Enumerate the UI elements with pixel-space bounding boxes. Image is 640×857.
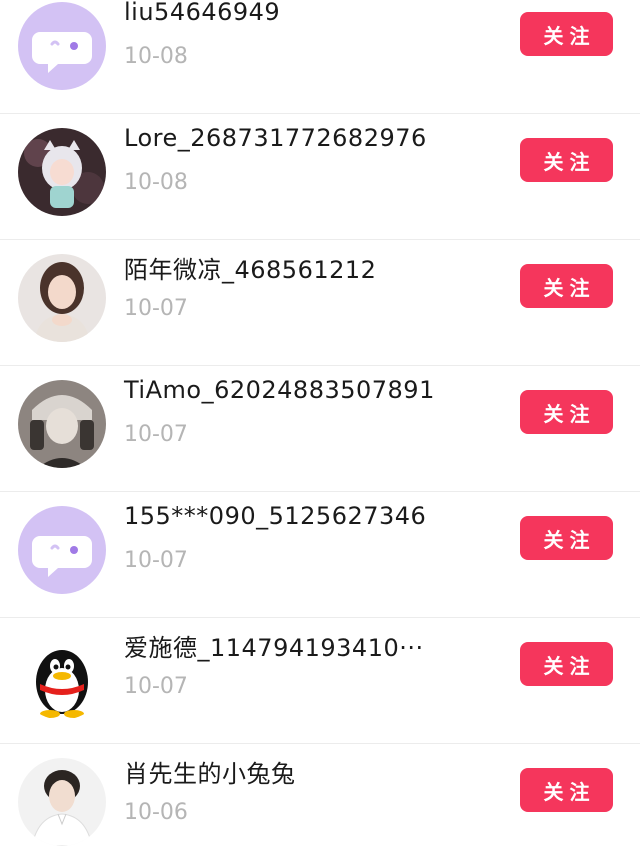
user-name[interactable]: liu54646949 <box>124 0 280 26</box>
chat-bubble-avatar-icon[interactable] <box>18 2 106 90</box>
user-name[interactable]: TiAmo_62024883507891 <box>124 376 435 404</box>
follow-button[interactable]: 关注 <box>520 642 613 686</box>
follow-button[interactable]: 关注 <box>520 768 613 812</box>
follow-button[interactable]: 关注 <box>520 516 613 560</box>
user-name[interactable]: 陌年微凉_468561212 <box>124 250 376 285</box>
list-item[interactable]: Lore_268731772682976 10-08 关注 <box>0 114 640 240</box>
anime-girl-avatar[interactable] <box>18 128 106 216</box>
follow-date: 10-06 <box>124 800 188 825</box>
man-portrait-avatar[interactable] <box>18 758 106 846</box>
follow-date: 10-07 <box>124 674 188 699</box>
penguin-avatar-icon[interactable] <box>18 632 106 720</box>
follow-button[interactable]: 关注 <box>520 264 613 308</box>
list-item[interactable]: TiAmo_62024883507891 10-07 关注 <box>0 366 640 492</box>
follow-date: 10-08 <box>124 170 188 195</box>
chat-bubble-avatar-icon[interactable] <box>18 506 106 594</box>
user-name[interactable]: 肖先生的小兔兔 <box>124 754 296 789</box>
follow-button[interactable]: 关注 <box>520 12 613 56</box>
list-item[interactable]: liu54646949 10-08 关注 <box>0 0 640 114</box>
follow-date: 10-07 <box>124 422 188 447</box>
list-item[interactable]: 肖先生的小兔兔 10-06 关注 <box>0 744 640 857</box>
woman-portrait-avatar[interactable] <box>18 254 106 342</box>
anime-boy-avatar[interactable] <box>18 380 106 468</box>
follow-button[interactable]: 关注 <box>520 138 613 182</box>
follower-list: liu54646949 10-08 关注 Lore_26873177268297… <box>0 0 640 857</box>
list-item[interactable]: 陌年微凉_468561212 10-07 关注 <box>0 240 640 366</box>
follow-date: 10-08 <box>124 44 188 69</box>
list-item[interactable]: 155***090_5125627346 10-07 关注 <box>0 492 640 618</box>
user-name[interactable]: 爱施德_114794193410··· <box>124 628 424 663</box>
list-item[interactable]: 爱施德_114794193410··· 10-07 关注 <box>0 618 640 744</box>
follow-date: 10-07 <box>124 548 188 573</box>
follow-date: 10-07 <box>124 296 188 321</box>
user-name[interactable]: Lore_268731772682976 <box>124 124 427 152</box>
follow-button[interactable]: 关注 <box>520 390 613 434</box>
user-name[interactable]: 155***090_5125627346 <box>124 502 426 530</box>
